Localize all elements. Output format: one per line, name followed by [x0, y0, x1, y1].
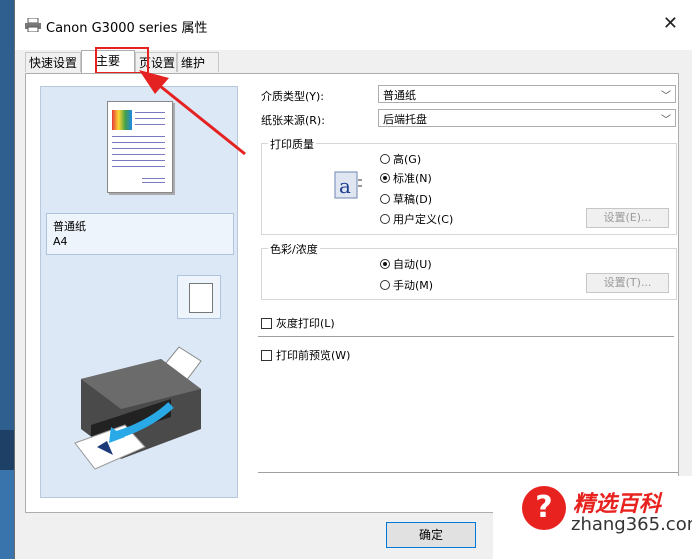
color-manual-radio[interactable]: 手动(M)	[380, 277, 433, 293]
title-bar: Canon G3000 series 属性 ✕	[15, 0, 692, 50]
radio-icon	[380, 214, 390, 224]
bottom-divider	[258, 472, 678, 473]
printer-properties-dialog: Canon G3000 series 属性 ✕ 快速设置 页设置 维护 主要 普…	[14, 0, 692, 559]
divider	[258, 336, 674, 337]
paper-size: A4	[53, 235, 68, 248]
watermark: ? 精选百科 zhang365.com	[493, 476, 692, 559]
media-type-value: 普通纸	[383, 89, 416, 102]
watermark-url: zhang365.com	[571, 514, 692, 535]
paper-source-value: 后端托盘	[383, 113, 427, 126]
main-tab-panel: 普通纸 A4 介质类型(Y): 普通纸 ﹀ 纸张来源(R): 后端托盘 ﹀ 打印…	[25, 73, 679, 513]
annotation-arrow	[139, 70, 246, 156]
printer-illustration	[74, 346, 202, 470]
color-auto-radio[interactable]: 自动(U)	[380, 256, 432, 272]
desktop-background	[0, 0, 14, 430]
quality-settings-button[interactable]: 设置(E)...	[586, 208, 669, 228]
media-name: 普通纸	[53, 220, 86, 233]
radio-selected-icon	[380, 259, 390, 269]
quality-custom-radio[interactable]: 用户定义(C)	[380, 211, 453, 227]
checkbox-icon	[261, 317, 272, 329]
grayscale-print-checkbox[interactable]: 灰度打印(L)	[261, 315, 335, 331]
media-info-box: 普通纸 A4	[46, 213, 234, 255]
printer-icon	[25, 18, 41, 32]
window-title: Canon G3000 series 属性	[46, 21, 208, 36]
quality-document-icon: a	[334, 171, 362, 199]
tab-quick-setup[interactable]: 快速设置	[25, 52, 81, 72]
paper-source-select[interactable]: 后端托盘 ﹀	[378, 109, 676, 127]
quality-high-radio[interactable]: 高(G)	[380, 151, 421, 167]
ok-button[interactable]: 确定	[386, 522, 476, 548]
close-icon[interactable]: ✕	[663, 13, 678, 34]
desktop-taskbar-edge	[0, 430, 14, 470]
radio-icon	[380, 280, 390, 290]
checkbox-icon	[261, 349, 272, 361]
color-intensity-title: 色彩/浓度	[268, 241, 320, 257]
media-type-select[interactable]: 普通纸 ﹀	[378, 85, 676, 103]
orientation-preview	[177, 275, 221, 319]
svg-text:a: a	[339, 174, 351, 198]
quality-standard-radio[interactable]: 标准(N)	[380, 170, 432, 186]
desktop-background-lower	[0, 470, 14, 559]
question-icon: ?	[522, 486, 566, 530]
quality-draft-radio[interactable]: 草稿(D)	[380, 191, 432, 207]
preview-before-print-checkbox[interactable]: 打印前预览(W)	[261, 347, 350, 363]
radio-icon	[380, 194, 390, 204]
chevron-down-icon: ﹀	[661, 115, 671, 126]
color-settings-button[interactable]: 设置(T)...	[586, 273, 669, 293]
radio-selected-icon	[380, 173, 390, 183]
chevron-down-icon: ﹀	[661, 91, 671, 102]
print-quality-title: 打印质量	[268, 136, 316, 152]
radio-icon	[380, 154, 390, 164]
